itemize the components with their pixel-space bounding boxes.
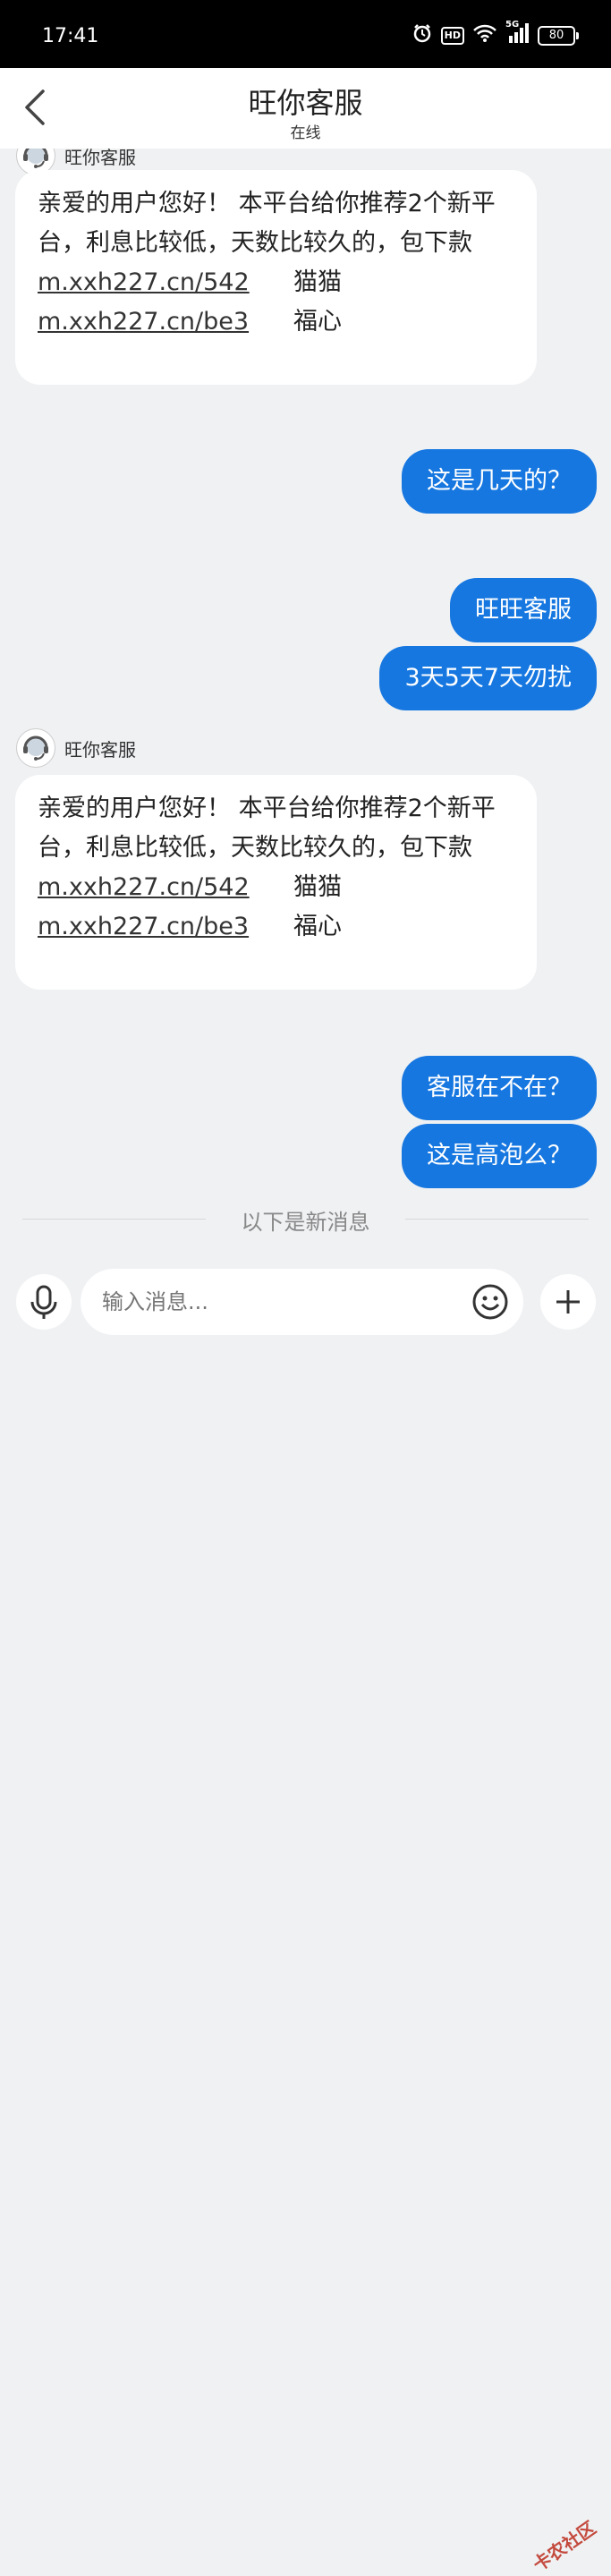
alarm-icon (412, 23, 432, 47)
agent-message-bubble: 亲爱的用户您好！ 本平台给你推荐2个新平台，利息比较低，天数比较久的，包下款 m… (15, 775, 537, 990)
link-label: 福心 (293, 913, 342, 940)
voice-button[interactable] (16, 1274, 72, 1330)
status-icons: HD 5G 80 (412, 20, 579, 47)
promo-link[interactable]: m.xxh227.cn/be3 (38, 907, 293, 947)
message-input[interactable] (81, 1269, 523, 1335)
message-text: 亲爱的用户您好！ 本平台给你推荐2个新平台，利息比较低，天数比较久的，包下款 (38, 795, 496, 862)
hd-icon: HD (440, 26, 464, 45)
sender-row: 旺你客服 (16, 728, 136, 768)
user-message-bubble: 客服在不在？ (402, 1056, 597, 1120)
message-list[interactable]: 旺你客服 亲爱的用户您好！ 本平台给你推荐2个新平台，利息比较低，天数比较久的，… (0, 149, 611, 1258)
watermark-logo: 卡农社区 (529, 2516, 600, 2576)
user-message-bubble: 这是几天的？ (402, 449, 597, 514)
plus-icon (556, 1290, 580, 1314)
promo-link[interactable]: m.xxh227.cn/542 (38, 868, 293, 907)
user-message-bubble: 3天5天7天勿扰 (379, 646, 597, 710)
divider-text: 以下是新消息 (241, 1210, 370, 1235)
message-text: 亲爱的用户您好！ 本平台给你推荐2个新平台，利息比较低，天数比较久的，包下款 (38, 190, 496, 257)
promo-link[interactable]: m.xxh227.cn/542 (38, 263, 293, 302)
more-button[interactable] (540, 1274, 596, 1330)
status-time: 17:41 (42, 25, 99, 47)
promo-link[interactable]: m.xxh227.cn/be3 (38, 302, 293, 342)
chat-title: 旺你客服 (248, 86, 363, 120)
link-row: m.xxh227.cn/be3 福心 (38, 302, 515, 342)
link-label: 猫猫 (293, 873, 342, 901)
battery-indicator: 80 (538, 25, 579, 46)
sender-name: 旺你客服 (64, 149, 136, 168)
emoji-icon[interactable] (471, 1283, 509, 1321)
link-row: m.xxh227.cn/be3 福心 (38, 907, 515, 947)
link-label: 猫猫 (293, 268, 342, 296)
user-message-bubble: 这是高泡么？ (402, 1124, 597, 1188)
link-row: m.xxh227.cn/542 猫猫 (38, 263, 515, 302)
link-row: m.xxh227.cn/542 猫猫 (38, 868, 515, 907)
agent-message-bubble: 亲爱的用户您好！ 本平台给你推荐2个新平台，利息比较低，天数比较久的，包下款 m… (15, 170, 537, 385)
input-bar: 卡农社区 (0, 1262, 611, 2576)
link-label: 福心 (293, 308, 342, 336)
chat-header: 旺你客服 在线 (0, 68, 611, 149)
microphone-icon (30, 1285, 57, 1319)
agent-avatar (16, 728, 55, 768)
user-message-bubble: 旺旺客服 (450, 578, 597, 642)
sender-name: 旺你客服 (64, 738, 136, 761)
network-label: 5G (505, 20, 520, 30)
wifi-icon (473, 24, 496, 47)
status-bar: 17:41 HD 5G 80 (0, 0, 611, 68)
online-status: 在线 (290, 124, 321, 142)
signal-icon: 5G (505, 20, 529, 47)
